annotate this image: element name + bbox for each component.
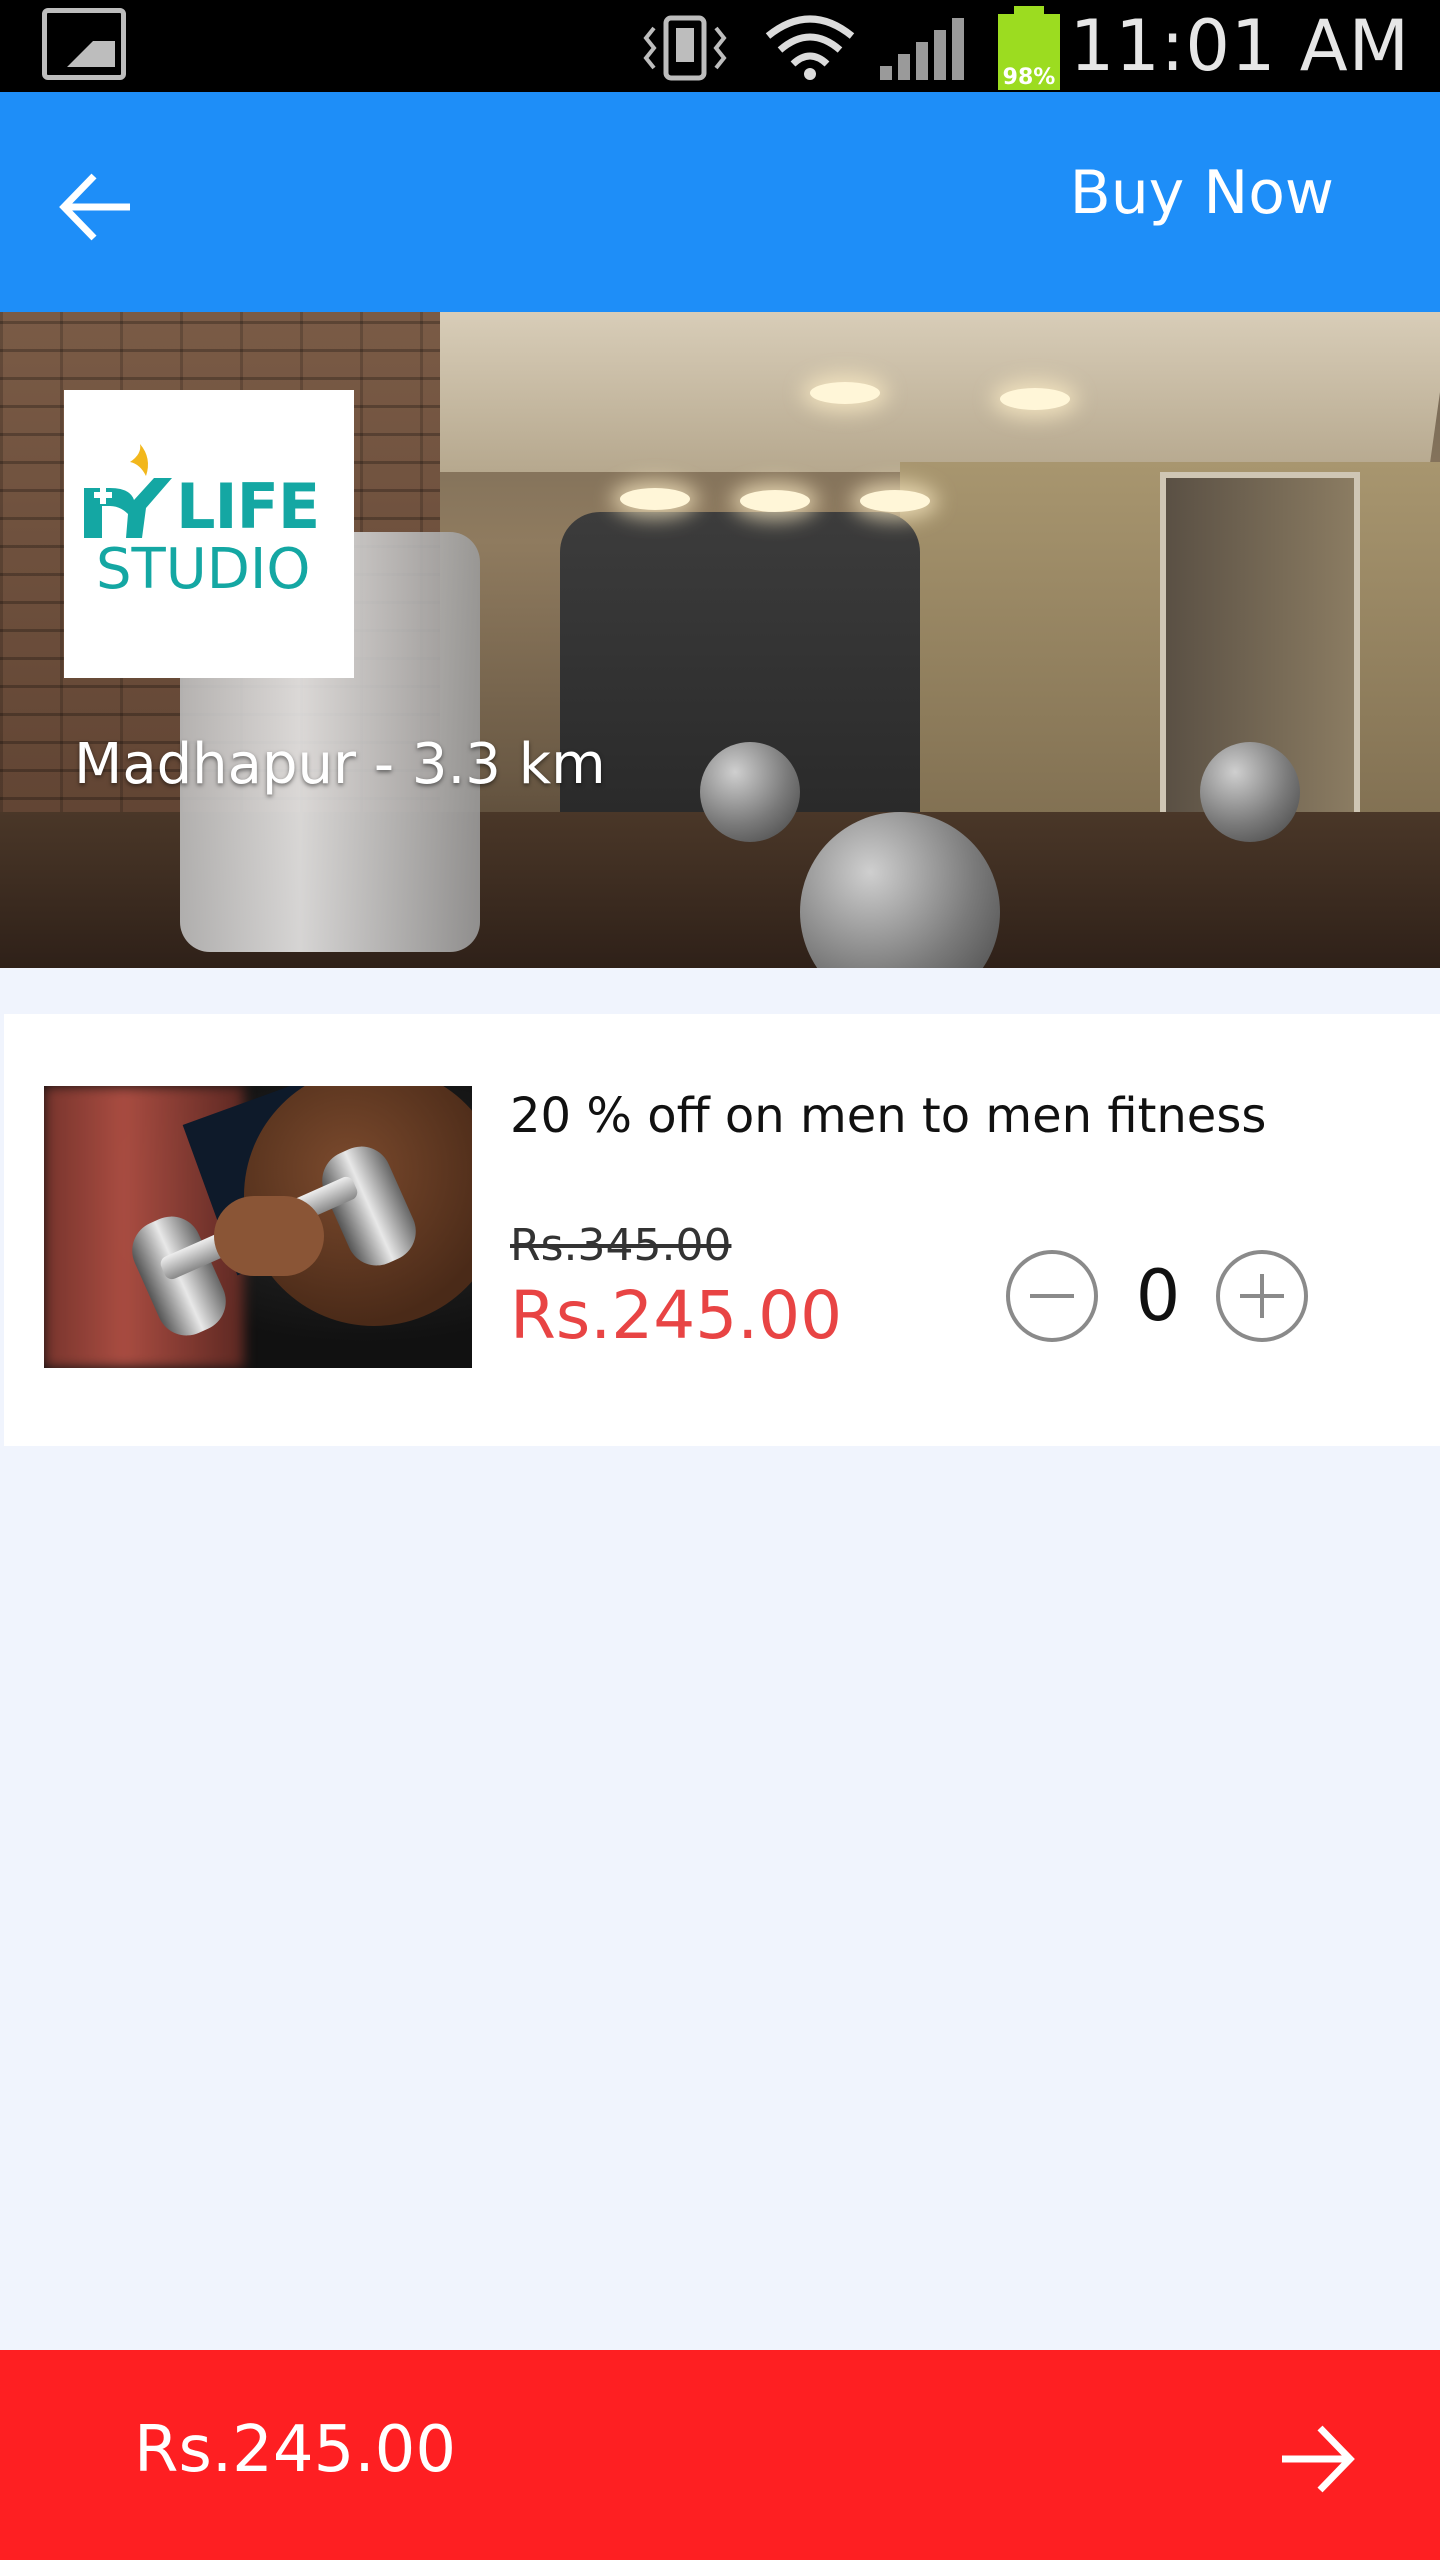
- discounted-price: Rs.245.00: [510, 1277, 843, 1354]
- battery-level: 98%: [1002, 65, 1056, 90]
- arrow-left-icon: [59, 173, 130, 241]
- battery-icon: 98%: [998, 6, 1060, 90]
- checkout-bar[interactable]: Rs.245.00: [0, 2350, 1440, 2560]
- status-clock: 11:01 AM: [1069, 5, 1410, 87]
- offer-title: 20 % off on men to men fitness: [510, 1088, 1267, 1144]
- plus-circle-icon: [1216, 1250, 1308, 1342]
- proceed-button[interactable]: [1272, 2414, 1362, 2504]
- gallery-icon: [42, 8, 126, 80]
- logo-text-studio: STUDIO: [96, 537, 311, 602]
- quantity-stepper: 0: [1004, 1248, 1324, 1344]
- studio-banner: LIFE STUDIO Madhapur - 3.3 km: [0, 312, 1440, 968]
- studio-location: Madhapur - 3.3 km: [74, 732, 606, 797]
- wifi-icon: [765, 15, 855, 80]
- decrease-quantity-button[interactable]: [1004, 1248, 1100, 1344]
- status-bar: 98% 11:01 AM: [0, 0, 1440, 92]
- minus-circle-icon: [1006, 1250, 1098, 1342]
- offer-image: [44, 1086, 472, 1368]
- vibrate-icon: [643, 15, 727, 81]
- logo-mark-icon: [84, 444, 172, 538]
- signal-icon: [880, 18, 964, 80]
- increase-quantity-button[interactable]: [1214, 1248, 1310, 1344]
- original-price: Rs.345.00: [510, 1220, 732, 1271]
- offer-card: 20 % off on men to men fitness Rs.345.00…: [4, 1014, 1440, 1446]
- logo-text-life: LIFE: [176, 470, 320, 543]
- app-bar: Buy Now: [0, 92, 1440, 312]
- total-price: Rs.245.00: [134, 2413, 457, 2487]
- arrow-right-icon: [1282, 2425, 1355, 2493]
- quantity-value: 0: [1135, 1255, 1181, 1337]
- back-button[interactable]: [52, 162, 142, 252]
- buy-now-button[interactable]: Buy Now: [1070, 158, 1334, 228]
- studio-logo: LIFE STUDIO: [64, 390, 354, 678]
